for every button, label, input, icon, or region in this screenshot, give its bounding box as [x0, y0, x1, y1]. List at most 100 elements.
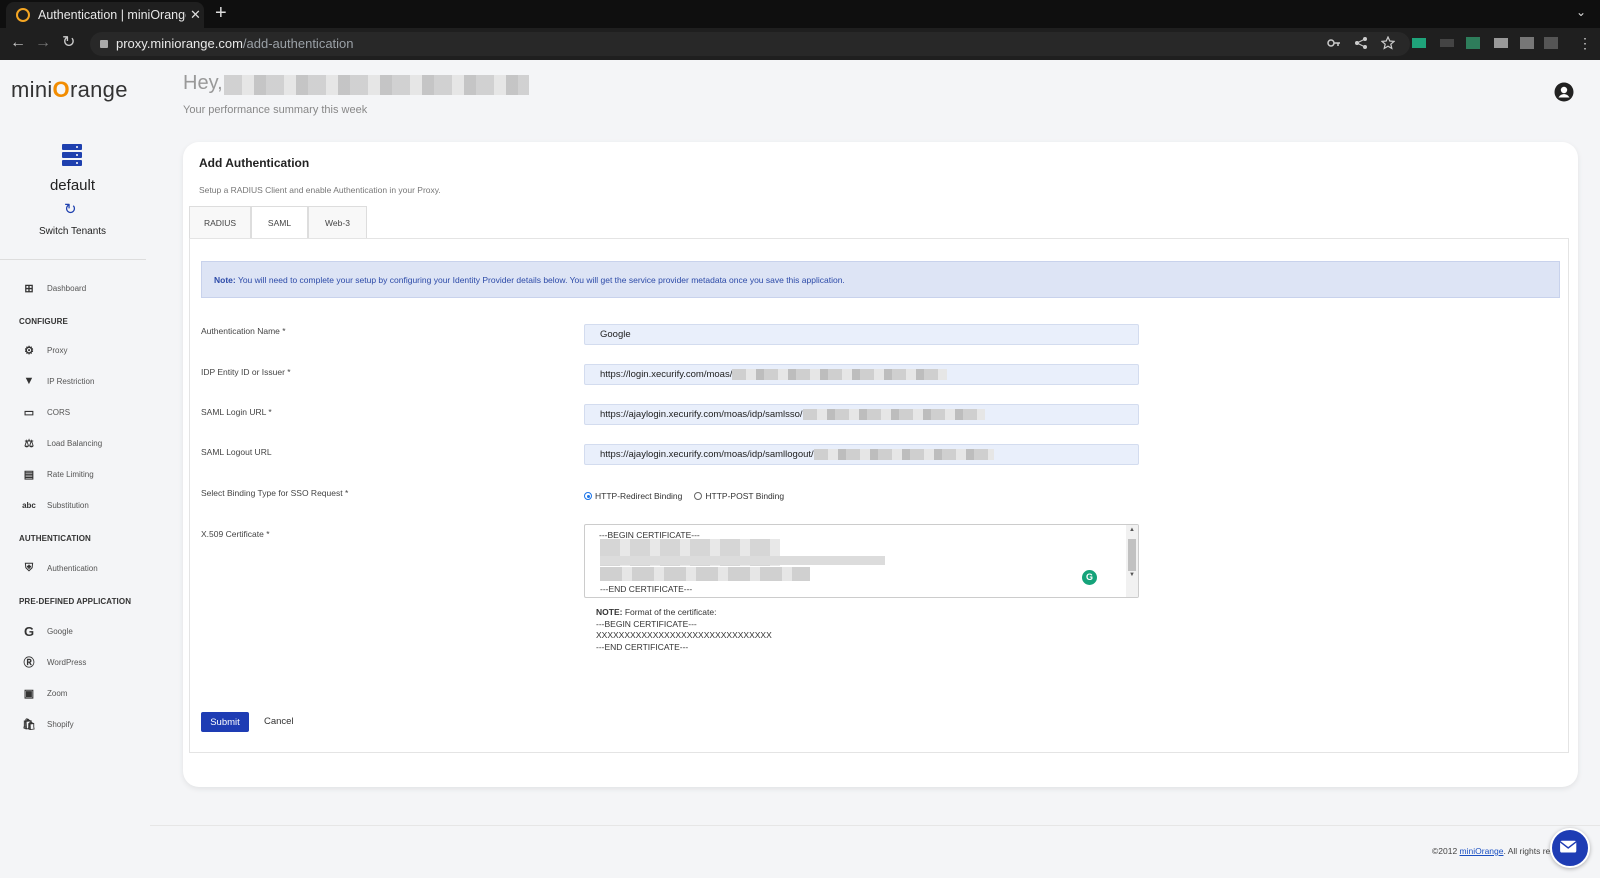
url-host: proxy.miniorange.com: [116, 36, 243, 51]
balance-icon: ⚖: [24, 437, 34, 450]
close-tab-icon[interactable]: ✕: [190, 7, 201, 23]
new-tab-icon[interactable]: +: [215, 3, 227, 23]
binding-type-label: Select Binding Type for SSO Request *: [201, 488, 349, 498]
sidebar-item-label: Proxy: [47, 345, 68, 355]
switch-tenants-link[interactable]: Switch Tenants: [0, 226, 145, 237]
key-icon[interactable]: [1327, 36, 1341, 50]
format-note-text: Format of the certificate:: [622, 607, 717, 617]
logo-o: O: [52, 77, 70, 102]
saml-login-value: https://ajaylogin.xecurify.com/moas/idp/…: [600, 409, 803, 420]
support-chat-button[interactable]: [1550, 828, 1590, 868]
user-account-icon[interactable]: [1554, 82, 1574, 102]
gear-icon: ⚙: [24, 344, 34, 357]
server-gauge-icon: ▤: [23, 468, 35, 481]
sidebar-item-rate-limiting[interactable]: ▤ Rate Limiting: [22, 466, 94, 482]
text-abc-icon: abc: [22, 500, 36, 510]
extension-icon[interactable]: [1520, 37, 1534, 49]
sidebar-item-shopify[interactable]: 🛍 Shopify: [22, 716, 74, 732]
filter-icon: ▼: [23, 375, 35, 387]
address-bar[interactable]: proxy.miniorange.com/add-authentication: [90, 32, 1410, 56]
monitor-icon: ▭: [23, 406, 35, 419]
radio-http-redirect[interactable]: [584, 492, 592, 500]
sidebar-item-label: Zoom: [47, 688, 68, 698]
miniorange-logo[interactable]: miniOrange: [11, 77, 128, 103]
setup-note: Note: You will need to complete your set…: [201, 261, 1560, 298]
share-icon[interactable]: [1354, 36, 1368, 50]
saml-login-input[interactable]: https://ajaylogin.xecurify.com/moas/idp/…: [584, 404, 1139, 425]
sidebar-item-substitution[interactable]: abc Substitution: [22, 497, 89, 513]
certificate-format-note: NOTE: Format of the certificate: ---BEGI…: [596, 607, 772, 653]
submit-button[interactable]: Submit: [201, 712, 249, 732]
auth-name-input[interactable]: Google: [584, 324, 1139, 345]
sidebar: miniOrange default ↻ Switch Tenants ⊞ Da…: [0, 60, 150, 878]
browser-tab[interactable]: Authentication | miniOrange ✕: [6, 2, 204, 28]
format-begin: ---BEGIN CERTIFICATE---: [596, 618, 697, 629]
extension-icon[interactable]: [1412, 38, 1426, 48]
extension-icon[interactable]: [1440, 39, 1454, 47]
saml-logout-input[interactable]: https://ajaylogin.xecurify.com/moas/idp/…: [584, 444, 1139, 465]
cert-end-line: ---END CERTIFICATE---: [600, 584, 693, 594]
reload-icon[interactable]: ↻: [62, 33, 75, 53]
logo-text: mini: [11, 77, 53, 102]
binding-type-radio-group: HTTP-Redirect Binding HTTP-POST Binding: [584, 491, 784, 501]
sidebar-item-label: Substitution: [47, 500, 89, 510]
scroll-up-icon[interactable]: ▲: [1129, 527, 1135, 533]
add-authentication-card: Add Authentication Setup a RADIUS Client…: [183, 142, 1578, 787]
sidebar-item-label: Rate Limiting: [47, 469, 94, 479]
chevron-down-icon[interactable]: ⌄: [1576, 5, 1586, 19]
certificate-label: X.509 Certificate *: [201, 529, 270, 539]
scroll-down-icon[interactable]: ▼: [1129, 572, 1135, 578]
redacted-username: [224, 75, 529, 95]
idp-entity-input[interactable]: https://login.xecurify.com/moas/: [584, 364, 1139, 385]
google-icon: G: [23, 623, 35, 639]
sidebar-item-dashboard[interactable]: ⊞ Dashboard: [22, 280, 86, 296]
lock-icon: [100, 40, 108, 48]
grammarly-icon[interactable]: G: [1082, 570, 1097, 585]
radio-http-redirect-label[interactable]: HTTP-Redirect Binding: [595, 491, 682, 501]
saml-logout-value: https://ajaylogin.xecurify.com/moas/idp/…: [600, 449, 814, 460]
star-icon[interactable]: [1381, 36, 1395, 50]
tab-web3[interactable]: Web-3: [308, 206, 367, 238]
format-end: ---END CERTIFICATE---: [596, 641, 689, 652]
format-note-label: NOTE:: [596, 607, 623, 617]
auth-type-tabs: RADIUS SAML Web-3: [189, 206, 367, 238]
sidebar-item-authentication[interactable]: ⛨ Authentication: [22, 560, 98, 576]
miniorange-favicon-icon: [16, 8, 30, 22]
scrollbar-thumb[interactable]: [1128, 539, 1136, 571]
extension-icon[interactable]: [1466, 37, 1480, 49]
sidebar-item-load-balancing[interactable]: ⚖ Load Balancing: [22, 435, 102, 451]
browser-tab-title: Authentication | miniOrange: [38, 8, 186, 22]
section-predefined: PRE-DEFINED APPLICATION: [19, 597, 132, 606]
sidebar-item-ip-restriction[interactable]: ▼ IP Restriction: [22, 373, 95, 389]
back-icon[interactable]: ←: [10, 33, 26, 53]
sidebar-item-wordpress[interactable]: Ⓡ WordPress: [22, 654, 87, 670]
sidebar-item-cors[interactable]: ▭ CORS: [22, 404, 70, 420]
note-label: Note:: [214, 275, 236, 285]
sidebar-item-label: Load Balancing: [47, 438, 103, 448]
sidebar-item-google[interactable]: G Google: [22, 623, 73, 639]
switch-tenant-icon[interactable]: ↻: [64, 200, 77, 218]
sidebar-item-label: Shopify: [47, 719, 74, 729]
miniorange-link[interactable]: miniOrange: [1460, 846, 1504, 856]
sidebar-item-proxy[interactable]: ⚙ Proxy: [22, 342, 67, 358]
cancel-button[interactable]: Cancel: [264, 716, 294, 727]
shopify-bag-icon: 🛍: [22, 718, 36, 731]
redacted-certificate: [600, 567, 810, 581]
idp-entity-label: IDP Entity ID or Issuer *: [201, 367, 291, 377]
copyright-prefix: ©2012: [1432, 846, 1460, 856]
forward-icon[interactable]: →: [35, 33, 51, 53]
profile-icon[interactable]: [1544, 37, 1558, 49]
format-body: XXXXXXXXXXXXXXXXXXXXXXXXXXXXXXX: [596, 630, 772, 640]
certificate-textarea[interactable]: ---BEGIN CERTIFICATE--- ---END CERTIFICA…: [584, 524, 1139, 598]
extension-icon[interactable]: [1494, 38, 1508, 48]
tab-radius[interactable]: RADIUS: [189, 206, 251, 238]
radio-http-post[interactable]: [694, 492, 703, 500]
more-menu-icon[interactable]: ⋮: [1578, 33, 1592, 53]
auth-name-label: Authentication Name *: [201, 326, 286, 336]
sidebar-item-zoom[interactable]: ▣ Zoom: [22, 685, 68, 701]
saml-logout-label: SAML Logout URL: [201, 447, 272, 457]
saml-form-panel: Note: You will need to complete your set…: [189, 238, 1569, 753]
mail-icon: [1559, 840, 1577, 853]
tab-saml[interactable]: SAML: [251, 206, 308, 238]
radio-http-post-label[interactable]: HTTP-POST Binding: [705, 491, 784, 501]
